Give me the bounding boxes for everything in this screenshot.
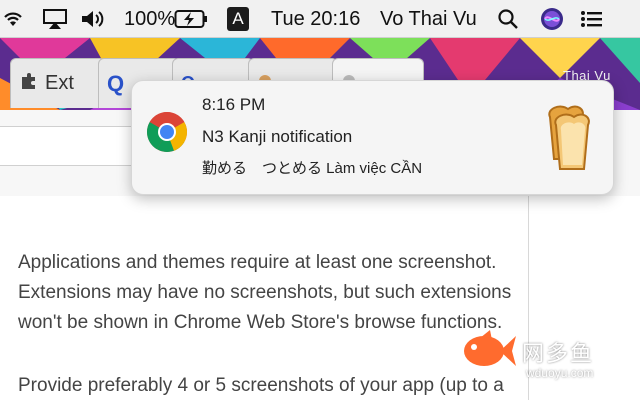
battery-charging-icon[interactable]: [174, 0, 208, 38]
fish-logo-icon: [460, 328, 516, 379]
notification-body: 勤める つとめる Làm việc CẦN: [202, 160, 423, 177]
search-icon[interactable]: [497, 0, 519, 38]
q-icon: Q: [107, 70, 125, 96]
paragraph-line: won't be shown in Chrome Web Store's bro…: [18, 312, 503, 333]
paragraph-provide: Provide preferably 4 or 5 screenshots of…: [18, 375, 504, 396]
battery-percent: 100%: [124, 7, 176, 30]
watermark-cn: 网多鱼: [522, 341, 595, 366]
wifi-icon[interactable]: [2, 0, 24, 38]
notification-banner[interactable]: 8:16 PM N3 Kanji notification 勤める つとめる L…: [131, 80, 614, 195]
bread-toast-icon: [542, 103, 594, 178]
menu-bar: 100% A Tue 20:16 Vo Thai Vu: [0, 0, 640, 38]
paragraph-line: Extensions may have no screenshots, but …: [18, 282, 512, 303]
airplay-icon[interactable]: [42, 0, 68, 38]
menubar-clock[interactable]: Tue 20:16: [271, 0, 360, 38]
chrome-icon: [146, 111, 188, 158]
menubar-user[interactable]: Vo Thai Vu: [380, 0, 477, 38]
paragraph-screenshots: Applications and themes require at least…: [18, 248, 523, 338]
notification-center-icon[interactable]: [580, 0, 604, 38]
tab-label: Ext: [45, 72, 74, 94]
watermark-url: wduoyu.com: [526, 366, 594, 380]
siri-icon[interactable]: [540, 0, 564, 38]
input-source-label: A: [227, 7, 249, 31]
page-content: Applications and themes require at least…: [0, 196, 528, 400]
volume-icon[interactable]: [80, 0, 106, 38]
paragraph-line: Applications and themes require at least…: [18, 252, 497, 273]
puzzle-icon: [19, 71, 39, 97]
tab-extensions[interactable]: Ext: [10, 58, 106, 108]
notification-title: N3 Kanji notification: [202, 127, 353, 146]
input-source-badge[interactable]: A: [227, 0, 249, 38]
notification-time: 8:16 PM: [202, 95, 266, 114]
